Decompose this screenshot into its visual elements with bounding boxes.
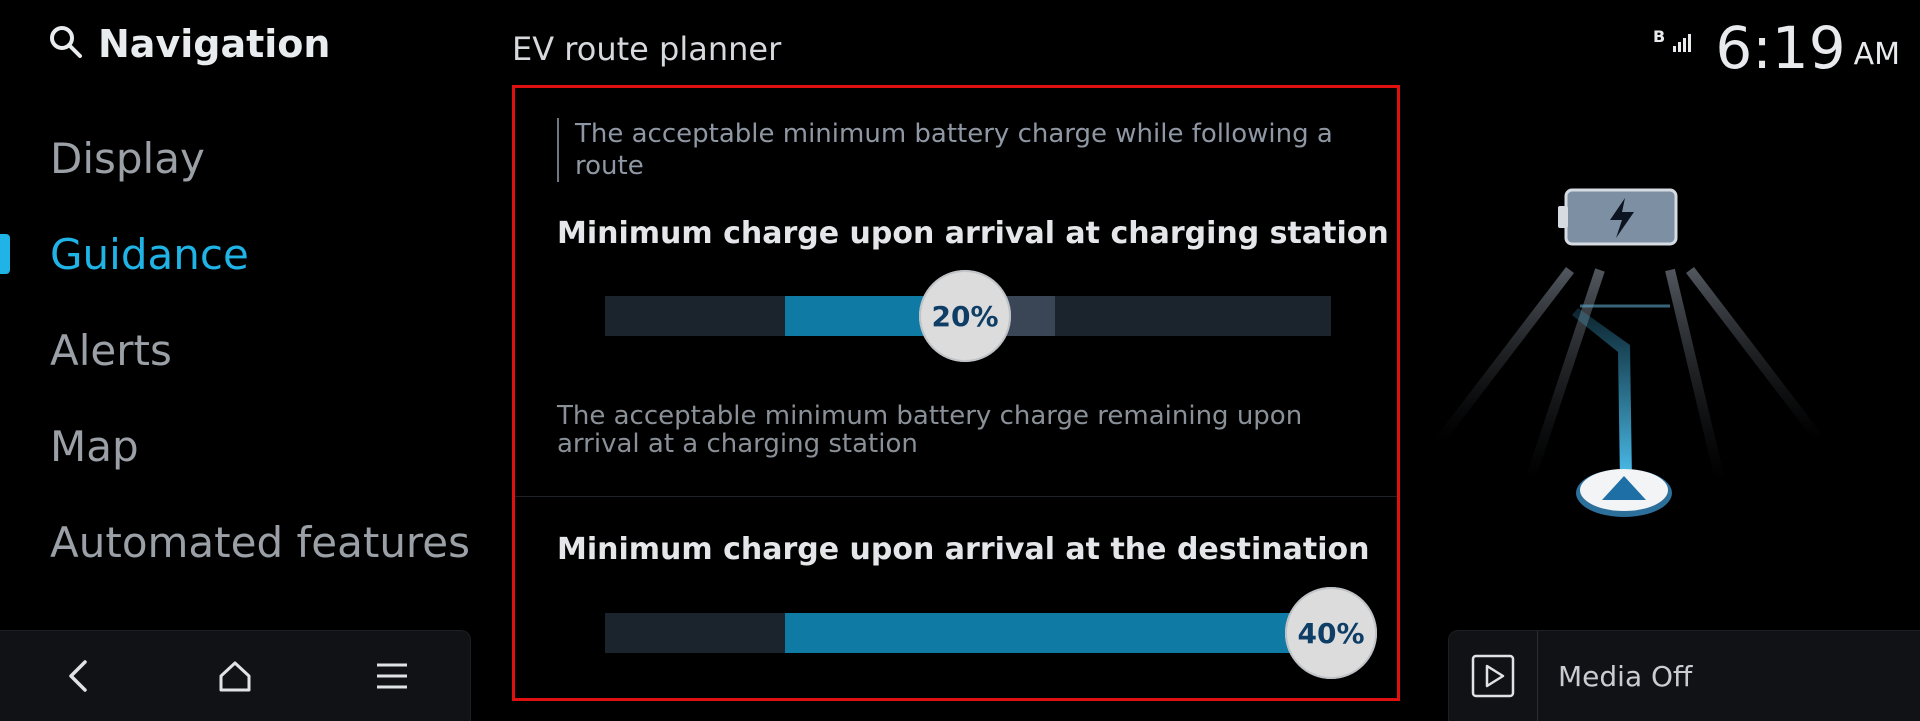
settings-menu: Display Guidance Alerts Map Automated fe… xyxy=(0,110,470,590)
media-play-button[interactable] xyxy=(1449,631,1538,721)
menu-item-display[interactable]: Display xyxy=(0,110,470,206)
slider-knob[interactable]: 40% xyxy=(1285,587,1377,679)
bluetooth-signal-icon: B xyxy=(1653,26,1695,60)
charging-station-slider[interactable]: 20% xyxy=(605,270,1331,362)
media-status-label: Media Off xyxy=(1558,659,1693,693)
menu-item-alerts[interactable]: Alerts xyxy=(0,302,470,398)
back-button[interactable] xyxy=(38,636,118,716)
menu-item-label: Guidance xyxy=(50,229,249,279)
status-bar: B 6:19 AM xyxy=(1653,14,1900,82)
menu-item-guidance[interactable]: Guidance xyxy=(0,206,470,302)
back-icon xyxy=(69,660,88,692)
section-title: EV route planner xyxy=(512,30,782,68)
charging-station-description: The acceptable minimum battery charge re… xyxy=(557,401,1303,459)
divider xyxy=(515,496,1397,497)
destination-slider[interactable]: 40% xyxy=(605,587,1377,679)
menu-item-label: Map xyxy=(50,421,139,471)
nav-title: Navigation xyxy=(98,22,331,66)
clock-time: 6:19 xyxy=(1715,14,1846,82)
charging-station-title: Minimum charge upon arrival at charging … xyxy=(557,216,1389,251)
bottom-nav-bar xyxy=(0,630,471,721)
ev-route-illustration xyxy=(1420,180,1840,540)
destination-title: Minimum charge upon arrival at the desti… xyxy=(557,532,1370,567)
clock-ampm: AM xyxy=(1853,37,1900,72)
play-icon xyxy=(1471,654,1515,698)
slider-fill xyxy=(785,613,1331,653)
menu-item-label: Display xyxy=(50,133,205,183)
menu-item-automated-features[interactable]: Automated features xyxy=(0,494,470,590)
menu-item-label: Automated features xyxy=(50,517,470,567)
menu-button[interactable] xyxy=(352,636,432,716)
home-button[interactable] xyxy=(195,636,275,716)
current-position-icon xyxy=(1576,469,1672,517)
home-icon xyxy=(219,661,251,692)
menu-item-label: Alerts xyxy=(50,325,172,375)
active-indicator xyxy=(0,234,10,274)
section-description: The acceptable minimum battery charge wh… xyxy=(557,118,1385,182)
media-widget[interactable]: Media Off xyxy=(1448,630,1920,721)
menu-item-map[interactable]: Map xyxy=(0,398,470,494)
ev-settings-panel: The acceptable minimum battery charge wh… xyxy=(512,85,1400,701)
search-icon[interactable] xyxy=(48,24,84,64)
nav-header: Navigation xyxy=(48,22,330,66)
battery-charging-icon xyxy=(1558,188,1678,246)
svg-text:B: B xyxy=(1653,27,1665,46)
slider-knob[interactable]: 20% xyxy=(919,270,1011,362)
hamburger-icon xyxy=(376,663,407,689)
